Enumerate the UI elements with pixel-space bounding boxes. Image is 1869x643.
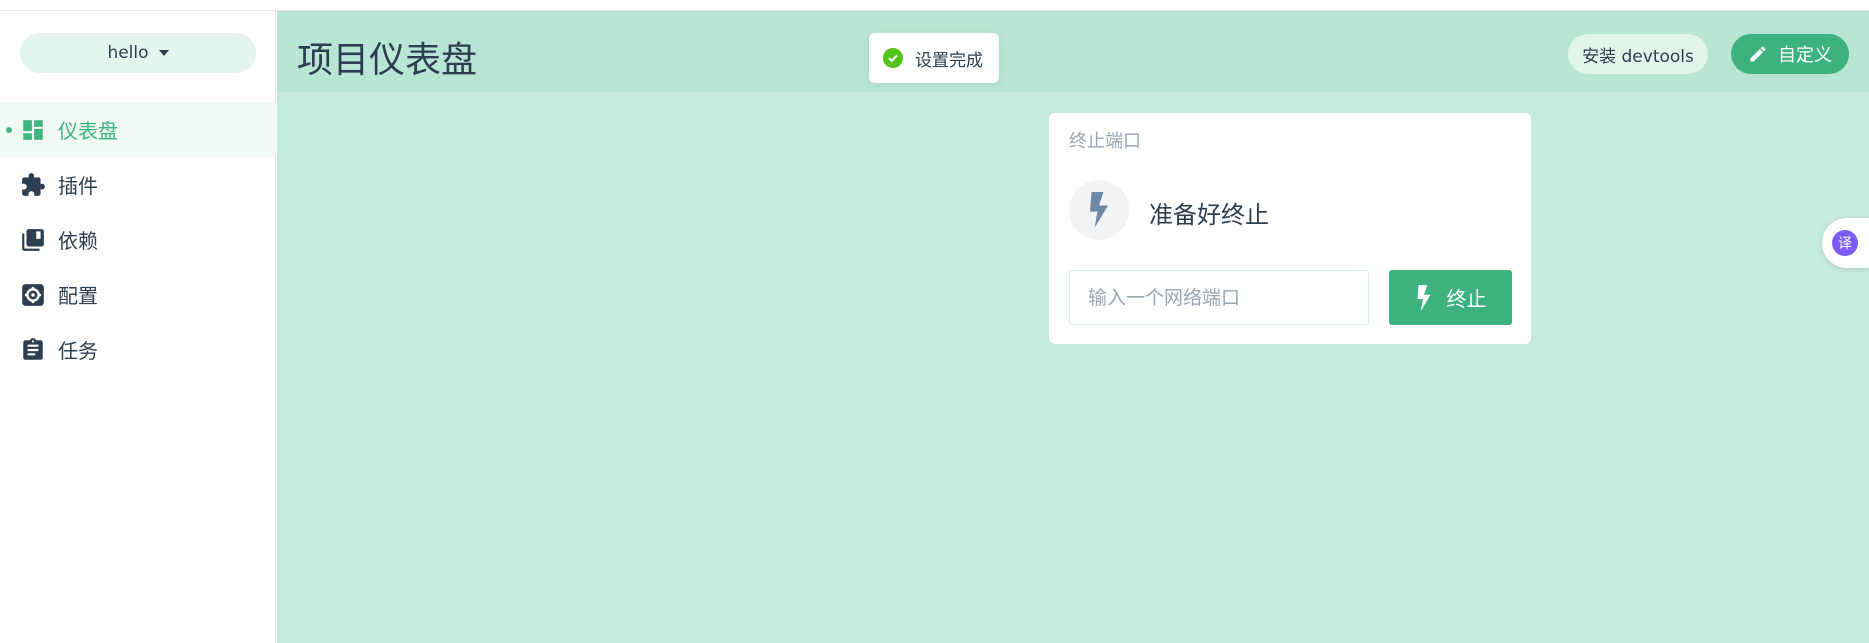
sidebar-item-label: 仪表盘 bbox=[58, 119, 118, 143]
sidebar-item-label: 配置 bbox=[58, 284, 98, 308]
kill-port-widget: 终止端口 准备好终止 终止 bbox=[1049, 113, 1531, 344]
widget-title: 终止端口 bbox=[1069, 131, 1141, 152]
translate-icon: 译 bbox=[1832, 230, 1858, 256]
dashboard-icon bbox=[20, 117, 46, 143]
sidebar-item-label: 任务 bbox=[58, 339, 98, 363]
sidebar-item-configuration[interactable]: 配置 bbox=[0, 267, 276, 322]
pencil-icon bbox=[1750, 46, 1766, 62]
sidebar-nav: 仪表盘 插件 依赖 配置 任务 bbox=[0, 102, 276, 377]
customize-label: 自定义 bbox=[1778, 45, 1832, 66]
install-devtools-button[interactable]: 安装 devtools bbox=[1568, 34, 1708, 74]
install-devtools-label: 安装 devtools bbox=[1582, 46, 1694, 67]
sidebar-item-tasks[interactable]: 任务 bbox=[0, 322, 276, 377]
sidebar-item-dependencies[interactable]: 依赖 bbox=[0, 212, 276, 267]
main-content: 项目仪表盘 安装 devtools 自定义 终止端口 准备好终止 终止 bbox=[277, 11, 1869, 643]
page-title: 项目仪表盘 bbox=[297, 40, 478, 81]
kill-button[interactable]: 终止 bbox=[1389, 270, 1512, 325]
sidebar: hello 仪表盘 插件 依赖 配置 任务 bbox=[0, 11, 276, 643]
widget-status-text: 准备好终止 bbox=[1149, 201, 1269, 229]
sidebar-item-dashboard[interactable]: 仪表盘 bbox=[0, 102, 276, 157]
sidebar-item-label: 插件 bbox=[58, 174, 98, 198]
sidebar-item-label: 依赖 bbox=[58, 229, 98, 253]
caret-down-icon bbox=[158, 50, 169, 56]
active-indicator bbox=[6, 127, 12, 133]
kill-button-label: 终止 bbox=[1446, 287, 1487, 311]
toast-message: 设置完成 bbox=[915, 50, 983, 71]
library-books-icon bbox=[20, 227, 46, 253]
clipboard-icon bbox=[20, 337, 46, 363]
success-check-icon bbox=[883, 48, 903, 68]
success-toast: 设置完成 bbox=[869, 33, 999, 83]
settings-icon bbox=[20, 282, 46, 308]
top-border bbox=[0, 0, 1869, 11]
project-switcher[interactable]: hello bbox=[20, 33, 256, 73]
customize-button[interactable]: 自定义 bbox=[1731, 34, 1849, 74]
port-input[interactable] bbox=[1069, 270, 1369, 325]
flash-icon bbox=[1417, 284, 1430, 311]
puzzle-icon bbox=[20, 172, 46, 198]
app-window: hello 仪表盘 插件 依赖 配置 任务 项目仪表盘 安装 devtools … bbox=[0, 0, 1869, 643]
translate-floating-button[interactable]: 译 bbox=[1822, 218, 1869, 268]
page-header: 项目仪表盘 安装 devtools 自定义 bbox=[277, 11, 1869, 92]
project-name: hello bbox=[107, 43, 149, 63]
flash-icon bbox=[1069, 180, 1129, 240]
sidebar-item-plugins[interactable]: 插件 bbox=[0, 157, 276, 212]
